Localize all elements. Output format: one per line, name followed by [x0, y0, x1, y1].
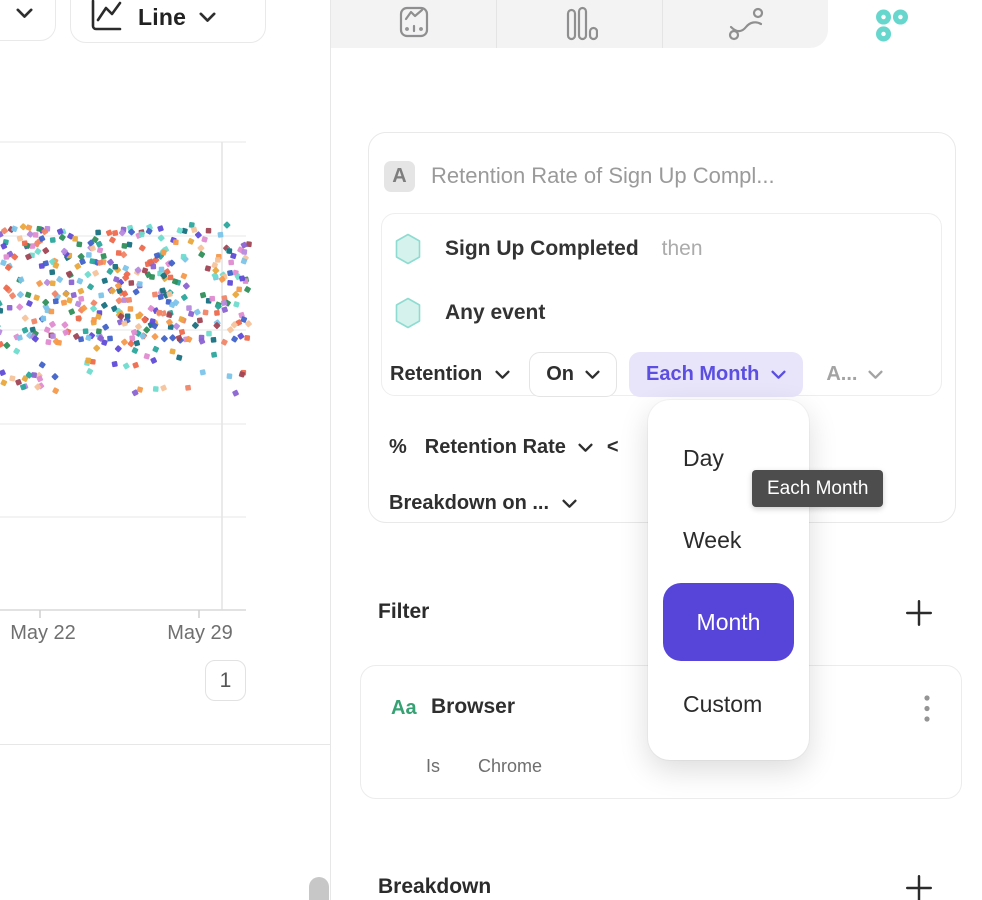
- plus-icon: [904, 873, 934, 900]
- filter-property-name[interactable]: Browser: [431, 695, 515, 719]
- chart-panel: May 22 May 29 1: [0, 0, 331, 900]
- add-breakdown-button[interactable]: [902, 871, 936, 900]
- chevron-down-icon: [16, 8, 33, 19]
- kebab-menu-icon: [924, 695, 930, 723]
- chart-preview-icon: [396, 6, 432, 42]
- tab-chart-preview[interactable]: [331, 0, 496, 48]
- event-row[interactable]: Sign Up Completed then: [394, 233, 703, 265]
- menu-item-week[interactable]: Week: [648, 512, 809, 569]
- measure-row[interactable]: % Retention Rate <: [389, 436, 619, 459]
- scrollbar-thumb[interactable]: [309, 877, 329, 900]
- retention-dropdown-label: Retention: [390, 363, 482, 386]
- panel-divider: [0, 744, 331, 745]
- tab-bar-chart[interactable]: [496, 0, 662, 48]
- visualization-tab-bar: [331, 0, 828, 48]
- collapsed-dropdown-button[interactable]: [0, 0, 56, 41]
- filter-section-title: Filter: [378, 600, 429, 624]
- line-button-label: Line: [138, 4, 186, 31]
- breakdown-on-dropdown[interactable]: Breakdown on ...: [389, 492, 577, 515]
- x-axis-tick-label: May 29: [158, 622, 242, 645]
- breakdown-on-label: Breakdown on ...: [389, 492, 549, 515]
- measure-suffix-text: <: [607, 436, 619, 459]
- aggregate-dropdown-label: A...: [826, 363, 857, 386]
- line-chart-icon: [87, 0, 125, 36]
- tab-flow[interactable]: [662, 0, 828, 48]
- x-axis-tick-label: May 22: [1, 622, 85, 645]
- breakdown-section-title: Breakdown: [378, 875, 491, 899]
- chevron-down-icon: [495, 370, 510, 380]
- event-name[interactable]: Any event: [445, 301, 545, 325]
- event-hexagon-icon: [394, 233, 422, 265]
- event-hexagon-icon: [394, 297, 422, 329]
- period-dropdown-menu: Day Week Month Custom: [648, 400, 809, 760]
- period-dropdown-label: Each Month: [646, 363, 759, 386]
- filter-operator[interactable]: Is: [426, 756, 440, 777]
- retention-dropdown[interactable]: Retention: [390, 363, 510, 386]
- chevron-down-icon: [199, 12, 216, 23]
- event-suffix: then: [662, 237, 703, 261]
- menu-item-month-selected[interactable]: Month: [663, 583, 794, 661]
- chevron-down-icon: [562, 499, 577, 509]
- add-filter-button[interactable]: [902, 596, 936, 630]
- retention-scatter-chart: [0, 0, 331, 900]
- query-title-input[interactable]: Retention Rate of Sign Up Compl...: [431, 163, 775, 189]
- chevron-down-icon: [578, 443, 593, 453]
- on-dropdown[interactable]: On: [529, 352, 617, 397]
- event-name[interactable]: Sign Up Completed: [445, 237, 639, 261]
- retention-settings-row: Retention On Each Month A...: [390, 352, 883, 397]
- menu-item-custom[interactable]: Custom: [648, 676, 809, 733]
- plus-icon: [904, 598, 934, 628]
- each-month-tooltip: Each Month: [752, 470, 883, 507]
- flow-squiggle-icon: [727, 6, 765, 42]
- tab-correlate-active[interactable]: [860, 4, 936, 48]
- series-letter-badge: A: [384, 161, 415, 192]
- property-type-badge: Aa: [391, 697, 417, 720]
- correlate-dots-icon: [874, 8, 910, 44]
- chevron-down-icon: [585, 370, 600, 380]
- measure-label: Retention Rate: [425, 436, 566, 459]
- period-dropdown[interactable]: Each Month: [629, 352, 803, 397]
- percent-prefix: %: [389, 436, 407, 459]
- bar-chart-icon: [562, 6, 598, 42]
- chart-type-line-button[interactable]: Line: [70, 0, 266, 43]
- filter-options-kebab-button[interactable]: [917, 694, 937, 724]
- filter-value[interactable]: Chrome: [478, 756, 542, 777]
- chevron-down-icon: [868, 370, 883, 380]
- on-dropdown-label: On: [546, 363, 574, 386]
- event-sequence-card: Sign Up Completed then Any event Retenti…: [381, 213, 942, 396]
- aggregate-dropdown[interactable]: A...: [826, 363, 883, 386]
- pagination-page-button[interactable]: 1: [205, 660, 246, 701]
- event-row[interactable]: Any event: [394, 297, 545, 329]
- chevron-down-icon: [771, 370, 786, 380]
